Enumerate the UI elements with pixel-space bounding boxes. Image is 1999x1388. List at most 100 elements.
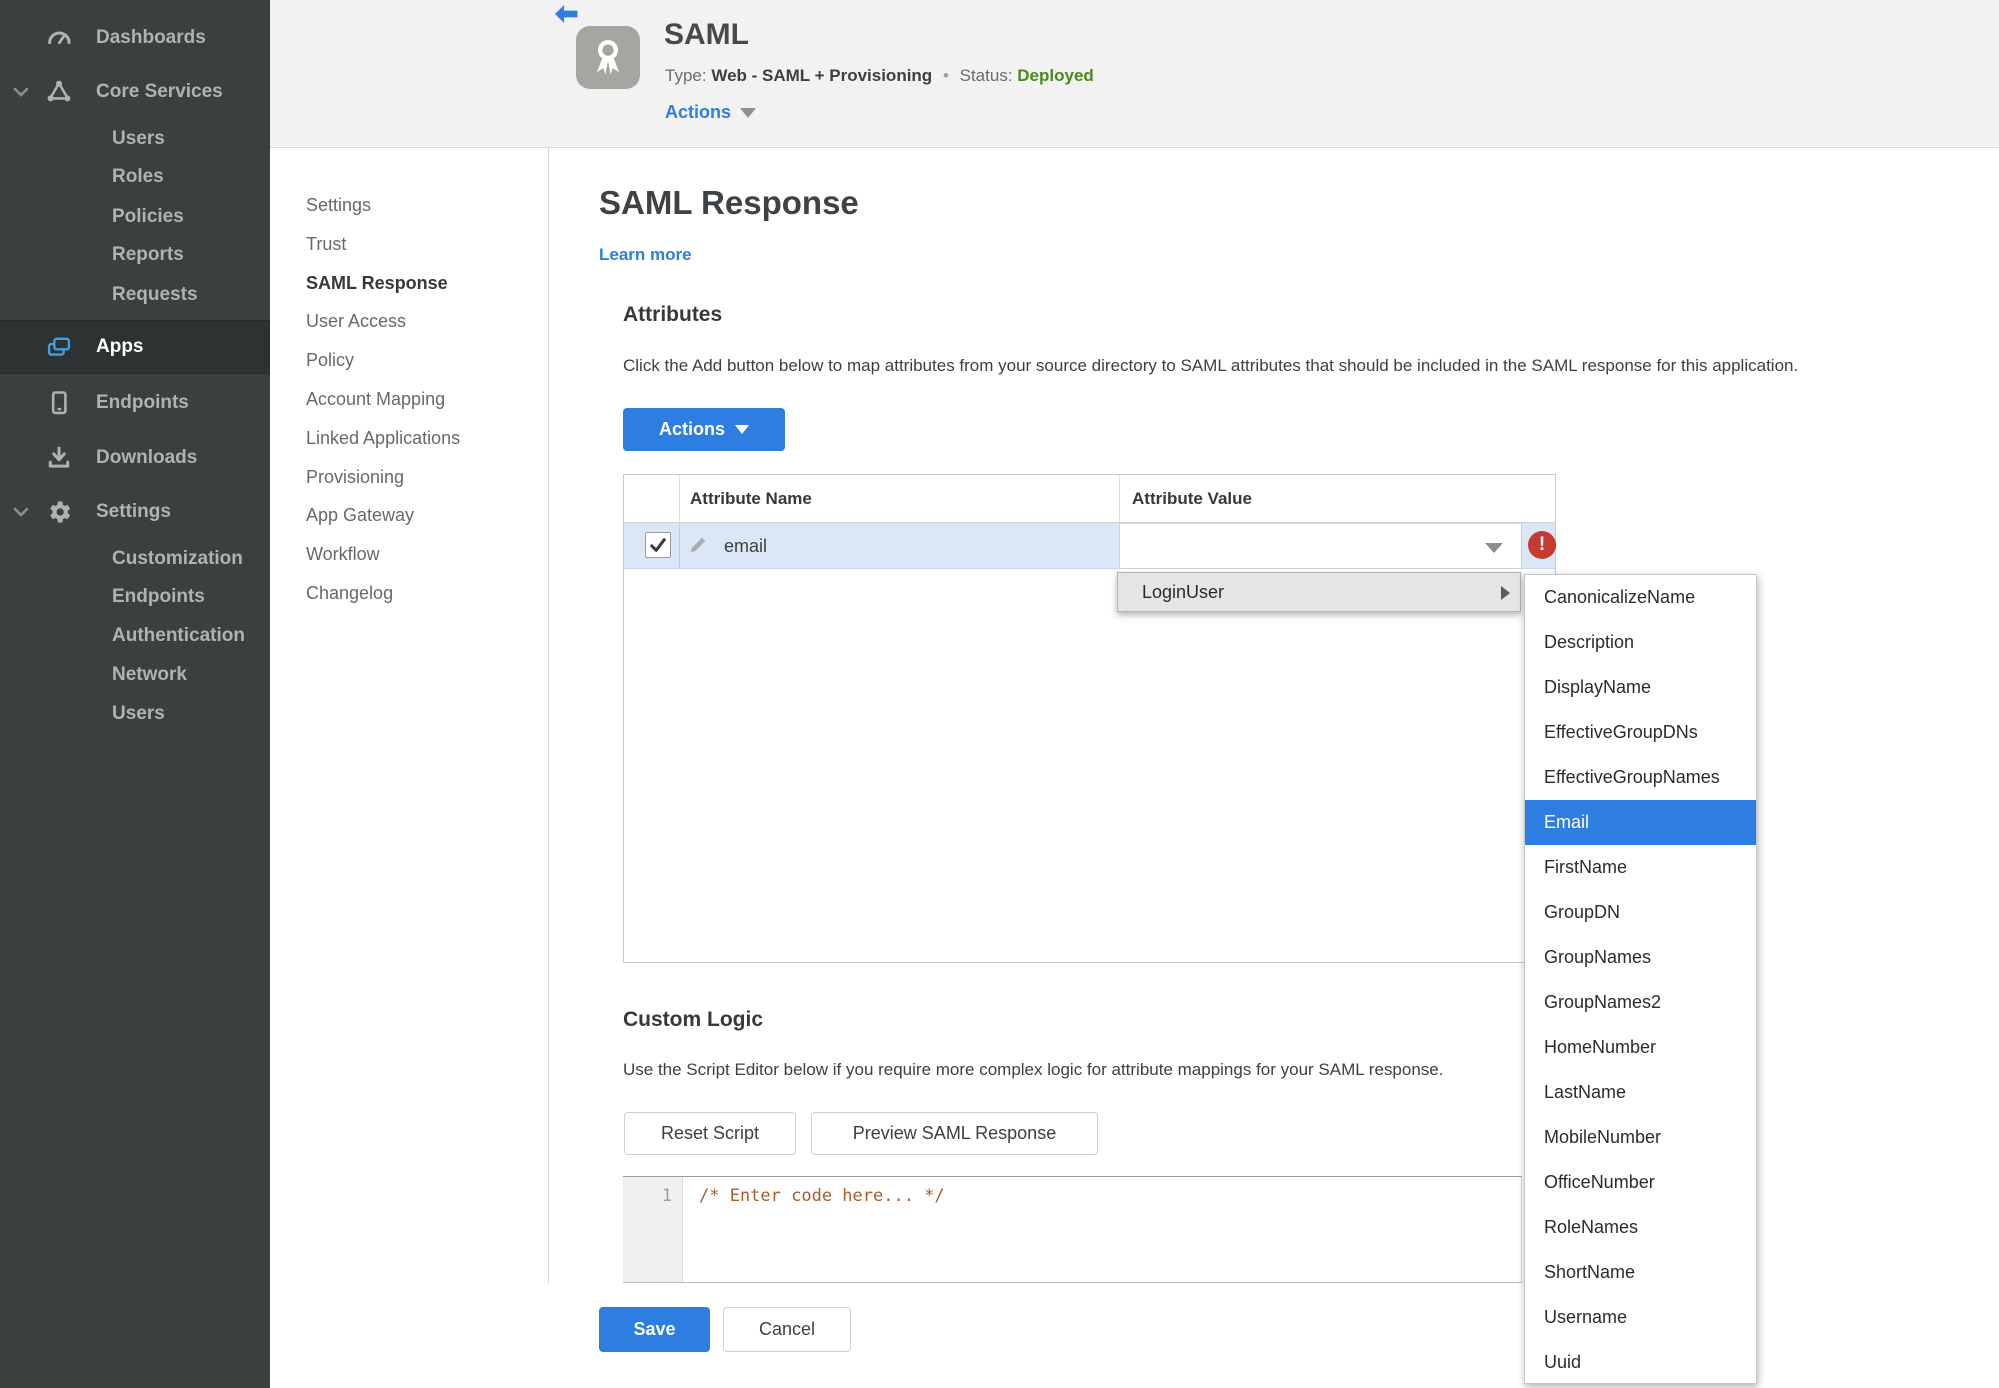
header-actions-menu[interactable]: Actions (665, 102, 757, 123)
subnav-item-trust[interactable]: Trust (306, 225, 460, 264)
submenu-arrow-icon (1501, 586, 1510, 600)
menu-option-shortname[interactable]: ShortName (1525, 1250, 1756, 1295)
sidebar-item-endpoints-settings[interactable]: Endpoints (0, 577, 270, 617)
sidebar-item-label: Apps (96, 336, 144, 357)
menu-option-displayname[interactable]: DisplayName (1525, 665, 1756, 710)
menu-option-effectivegroupdns[interactable]: EffectiveGroupDNs (1525, 710, 1756, 755)
sidebar-item-label: Dashboards (96, 27, 206, 48)
subnav-item-linked-applications[interactable]: Linked Applications (306, 419, 460, 458)
menu-option-effectivegroupnames[interactable]: EffectiveGroupNames (1525, 755, 1756, 800)
apps-icon (44, 332, 74, 362)
subnav-item-provisioning[interactable]: Provisioning (306, 458, 460, 497)
menu-option-email[interactable]: Email (1525, 800, 1756, 845)
column-divider (1119, 475, 1120, 523)
app-root: Dashboards Core Services Users Roles Pol… (0, 0, 1999, 1388)
sidebar-item-customization[interactable]: Customization (0, 539, 270, 579)
caret-down-icon (740, 107, 757, 118)
script-editor[interactable]: 1 /* Enter code here... */ (623, 1176, 1522, 1283)
sidebar-item-core-services[interactable]: Core Services (0, 72, 270, 112)
line-number: 1 (661, 1186, 672, 1206)
type-label: Type: (665, 66, 707, 85)
sidebar-item-authentication[interactable]: Authentication (0, 616, 270, 656)
menu-option-lastname[interactable]: LastName (1525, 1070, 1756, 1115)
reset-script-button[interactable]: Reset Script (624, 1112, 796, 1155)
save-label: Save (633, 1319, 676, 1339)
page-title: SAML (664, 18, 749, 51)
row-checkbox[interactable] (645, 532, 671, 558)
subnav-item-policy[interactable]: Policy (306, 341, 460, 380)
menu-option-firstname[interactable]: FirstName (1525, 845, 1756, 890)
back-arrow-icon[interactable] (553, 4, 579, 24)
value-menu-loginuser[interactable]: LoginUser (1117, 572, 1521, 612)
menu-option-description[interactable]: Description (1525, 620, 1756, 665)
sidebar-item-label: Reports (112, 244, 184, 265)
attribute-name-cell: email (724, 536, 768, 556)
sidebar-item-apps[interactable]: Apps (0, 320, 270, 374)
sidebar-item-label: Customization (112, 548, 243, 569)
caret-down-icon (1485, 543, 1503, 553)
attributes-table: Attribute Name Attribute Value email ! (623, 474, 1556, 963)
reset-script-label: Reset Script (660, 1123, 760, 1143)
subnav-item-workflow[interactable]: Workflow (306, 535, 460, 574)
table-header-row: Attribute Name Attribute Value (624, 475, 1555, 523)
menu-option-canonicalizename[interactable]: CanonicalizeName (1525, 575, 1756, 620)
menu-option-username[interactable]: Username (1525, 1295, 1756, 1340)
sidebar-item-endpoints[interactable]: Endpoints (0, 383, 270, 423)
save-button[interactable]: Save (599, 1307, 710, 1352)
sidebar-item-settings[interactable]: Settings (0, 492, 270, 532)
column-header-attribute-value: Attribute Value (1132, 489, 1252, 508)
subnav-item-settings[interactable]: Settings (306, 186, 460, 225)
sidebar-item-label: Endpoints (112, 586, 205, 607)
sidebar-item-label: Requests (112, 284, 198, 305)
editor-code[interactable]: /* Enter code here... */ (699, 1186, 945, 1206)
attributes-actions-button[interactable]: Actions (623, 408, 785, 451)
menu-option-rolenames[interactable]: RoleNames (1525, 1205, 1756, 1250)
subnav-item-app-gateway[interactable]: App Gateway (306, 496, 460, 535)
attribute-value-dropdown[interactable] (1119, 523, 1522, 569)
menu-option-groupdn[interactable]: GroupDN (1525, 890, 1756, 935)
chevron-down-icon[interactable] (12, 83, 30, 101)
sidebar-item-policies[interactable]: Policies (0, 197, 270, 237)
gear-icon (44, 497, 74, 527)
attributes-heading: Attributes (623, 303, 723, 326)
error-icon: ! (1528, 531, 1556, 559)
menu-option-uuid[interactable]: Uuid (1525, 1340, 1756, 1385)
chevron-down-icon[interactable] (12, 503, 30, 521)
subnav-item-user-access[interactable]: User Access (306, 302, 460, 341)
sidebar-item-users-settings[interactable]: Users (0, 694, 270, 734)
subnav: Settings Trust SAML Response User Access… (306, 186, 460, 613)
sidebar-item-dashboards[interactable]: Dashboards (0, 18, 270, 58)
table-row[interactable]: email ! (624, 523, 1556, 569)
menu-option-groupnames[interactable]: GroupNames (1525, 935, 1756, 980)
sidebar-item-label: Roles (112, 166, 164, 187)
menu-label: LoginUser (1142, 581, 1225, 602)
sidebar-item-downloads[interactable]: Downloads (0, 438, 270, 478)
menu-option-officenumber[interactable]: OfficeNumber (1525, 1160, 1756, 1205)
sidebar-item-label: Settings (96, 501, 171, 522)
subnav-item-account-mapping[interactable]: Account Mapping (306, 380, 460, 419)
pencil-icon (687, 534, 709, 556)
sidebar-item-label: Policies (112, 206, 184, 227)
gauge-icon (44, 23, 74, 53)
sidebar-item-label: Endpoints (96, 392, 189, 413)
menu-option-mobilenumber[interactable]: MobileNumber (1525, 1115, 1756, 1160)
preview-saml-response-button[interactable]: Preview SAML Response (811, 1112, 1098, 1155)
sidebar-item-roles[interactable]: Roles (0, 157, 270, 197)
subnav-item-changelog[interactable]: Changelog (306, 574, 460, 613)
cancel-button[interactable]: Cancel (723, 1307, 851, 1352)
learn-more-link[interactable]: Learn more (599, 245, 692, 265)
sidebar-item-requests[interactable]: Requests (0, 275, 270, 315)
menu-option-groupnames2[interactable]: GroupNames2 (1525, 980, 1756, 1025)
sidebar-item-network[interactable]: Network (0, 655, 270, 695)
sidebar-item-users[interactable]: Users (0, 119, 270, 159)
column-divider (679, 475, 680, 523)
app-header: SAML Type: Web - SAML + Provisioning • S… (270, 0, 1999, 148)
subnav-item-saml-response[interactable]: SAML Response (306, 264, 460, 303)
menu-option-homenumber[interactable]: HomeNumber (1525, 1025, 1756, 1070)
custom-logic-description: Use the Script Editor below if you requi… (623, 1060, 1444, 1079)
cancel-label: Cancel (758, 1319, 816, 1339)
sidebar-item-reports[interactable]: Reports (0, 235, 270, 275)
sidebar: Dashboards Core Services Users Roles Pol… (0, 0, 270, 1388)
app-badge-icon (576, 26, 640, 89)
app-meta: Type: Web - SAML + Provisioning • Status… (665, 66, 1094, 86)
